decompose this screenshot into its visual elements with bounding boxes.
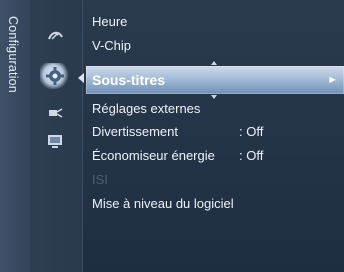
- gear-icon[interactable]: [40, 63, 70, 89]
- menu-item-heure[interactable]: Heure: [92, 12, 344, 32]
- menu-item-sous-titres[interactable]: Sous-titres ►: [86, 66, 344, 94]
- satellite-dish-icon[interactable]: [44, 27, 66, 45]
- menu-item-divertissement[interactable]: Divertissement : Off: [92, 122, 344, 142]
- tv-osd-menu: Configuration Heure V-Chip Sous-titres ►…: [0, 0, 344, 272]
- menu-item-label: Sous-titres: [92, 72, 166, 88]
- menu-icon-bar: [30, 0, 83, 272]
- monitor-icon[interactable]: [44, 132, 66, 150]
- menu-item-economiseur-energie[interactable]: Économiseur énergie : Off: [92, 146, 344, 166]
- sidebar-title: Configuration: [6, 16, 20, 93]
- menu-item-label: Heure: [92, 14, 128, 29]
- menu-item-value: : Off: [239, 124, 264, 139]
- menu-item-label: Divertissement: [92, 124, 178, 139]
- submenu-arrow-icon: ►: [327, 74, 338, 86]
- menu-item-label: ISI: [92, 172, 108, 187]
- settings-menu: Heure V-Chip Sous-titres ► Réglages exte…: [86, 0, 344, 272]
- menu-item-label: V-Chip: [92, 38, 132, 53]
- menu-item-label: Réglages externes: [92, 101, 201, 116]
- sidebar: Configuration: [0, 0, 30, 272]
- menu-item-isi: ISI: [92, 170, 344, 190]
- menu-item-reglages-externes[interactable]: Réglages externes: [92, 99, 344, 119]
- menu-item-value: : Off: [239, 148, 264, 163]
- menu-item-v-chip[interactable]: V-Chip: [92, 36, 344, 56]
- menu-item-mise-a-niveau-logiciel[interactable]: Mise à niveau du logiciel: [92, 194, 344, 214]
- plug-icon[interactable]: [44, 104, 66, 122]
- scroll-up-indicator: [211, 61, 217, 65]
- menu-item-label: Économiseur énergie: [92, 148, 215, 163]
- menu-item-label: Mise à niveau du logiciel: [92, 196, 234, 211]
